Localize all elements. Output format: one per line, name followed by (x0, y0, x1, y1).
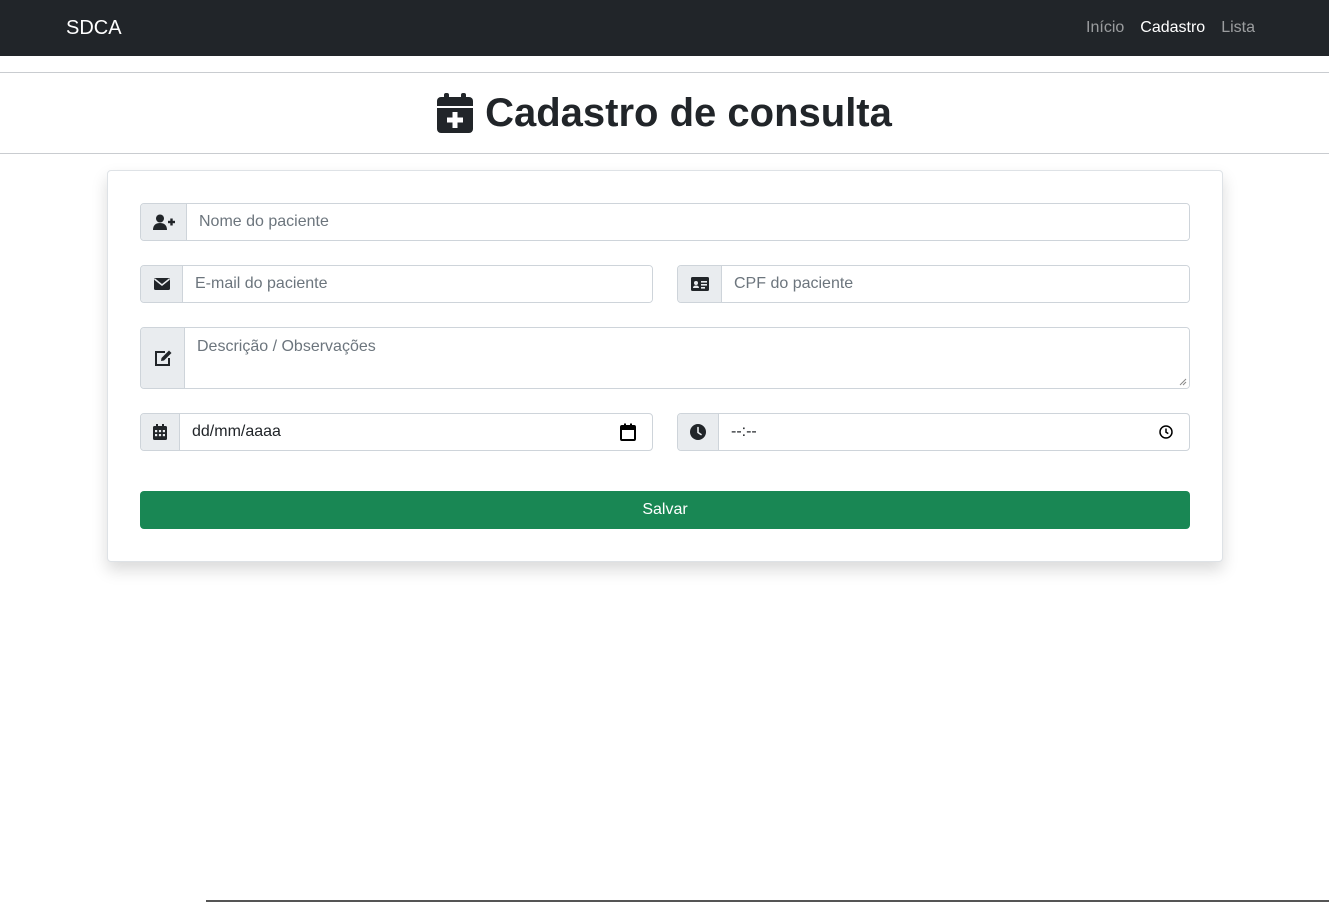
appointment-time-input[interactable]: --:-- (719, 414, 1159, 450)
brand-link[interactable]: SDCA (66, 17, 122, 40)
time-input-group: --:-- (677, 413, 1190, 451)
user-plus-icon (141, 204, 187, 240)
appointment-date-input[interactable]: dd/mm/aaaa (180, 414, 620, 450)
save-button[interactable]: Salvar (140, 491, 1190, 529)
patient-name-input[interactable] (187, 204, 1189, 240)
cpf-input-group (677, 265, 1190, 303)
nav-link-cadastro[interactable]: Cadastro (1140, 19, 1205, 37)
patient-email-input[interactable] (183, 266, 652, 302)
resize-grip-icon[interactable] (1179, 378, 1187, 386)
calendar-plus-icon (437, 93, 474, 133)
page-title: Cadastro de consulta (485, 90, 892, 135)
description-input-group (140, 327, 1190, 389)
id-card-icon (678, 266, 722, 302)
email-input-group (140, 265, 653, 303)
name-input-group (140, 203, 1190, 241)
nav-links: Início Cadastro Lista (1086, 19, 1255, 37)
nav-link-inicio[interactable]: Início (1086, 19, 1124, 37)
clock-icon (678, 414, 719, 450)
date-picker-icon[interactable] (620, 414, 652, 450)
description-textarea[interactable] (185, 328, 1189, 388)
navbar: SDCA Início Cadastro Lista (0, 0, 1329, 56)
envelope-icon (141, 266, 183, 302)
page-header: Cadastro de consulta (0, 72, 1329, 154)
edit-icon (141, 328, 185, 388)
form-card: dd/mm/aaaa --:-- Salvar (107, 170, 1223, 562)
patient-cpf-input[interactable] (722, 266, 1189, 302)
date-input-group: dd/mm/aaaa (140, 413, 653, 451)
time-picker-icon[interactable] (1159, 414, 1189, 450)
nav-link-lista[interactable]: Lista (1221, 19, 1255, 37)
calendar-icon (141, 414, 180, 450)
